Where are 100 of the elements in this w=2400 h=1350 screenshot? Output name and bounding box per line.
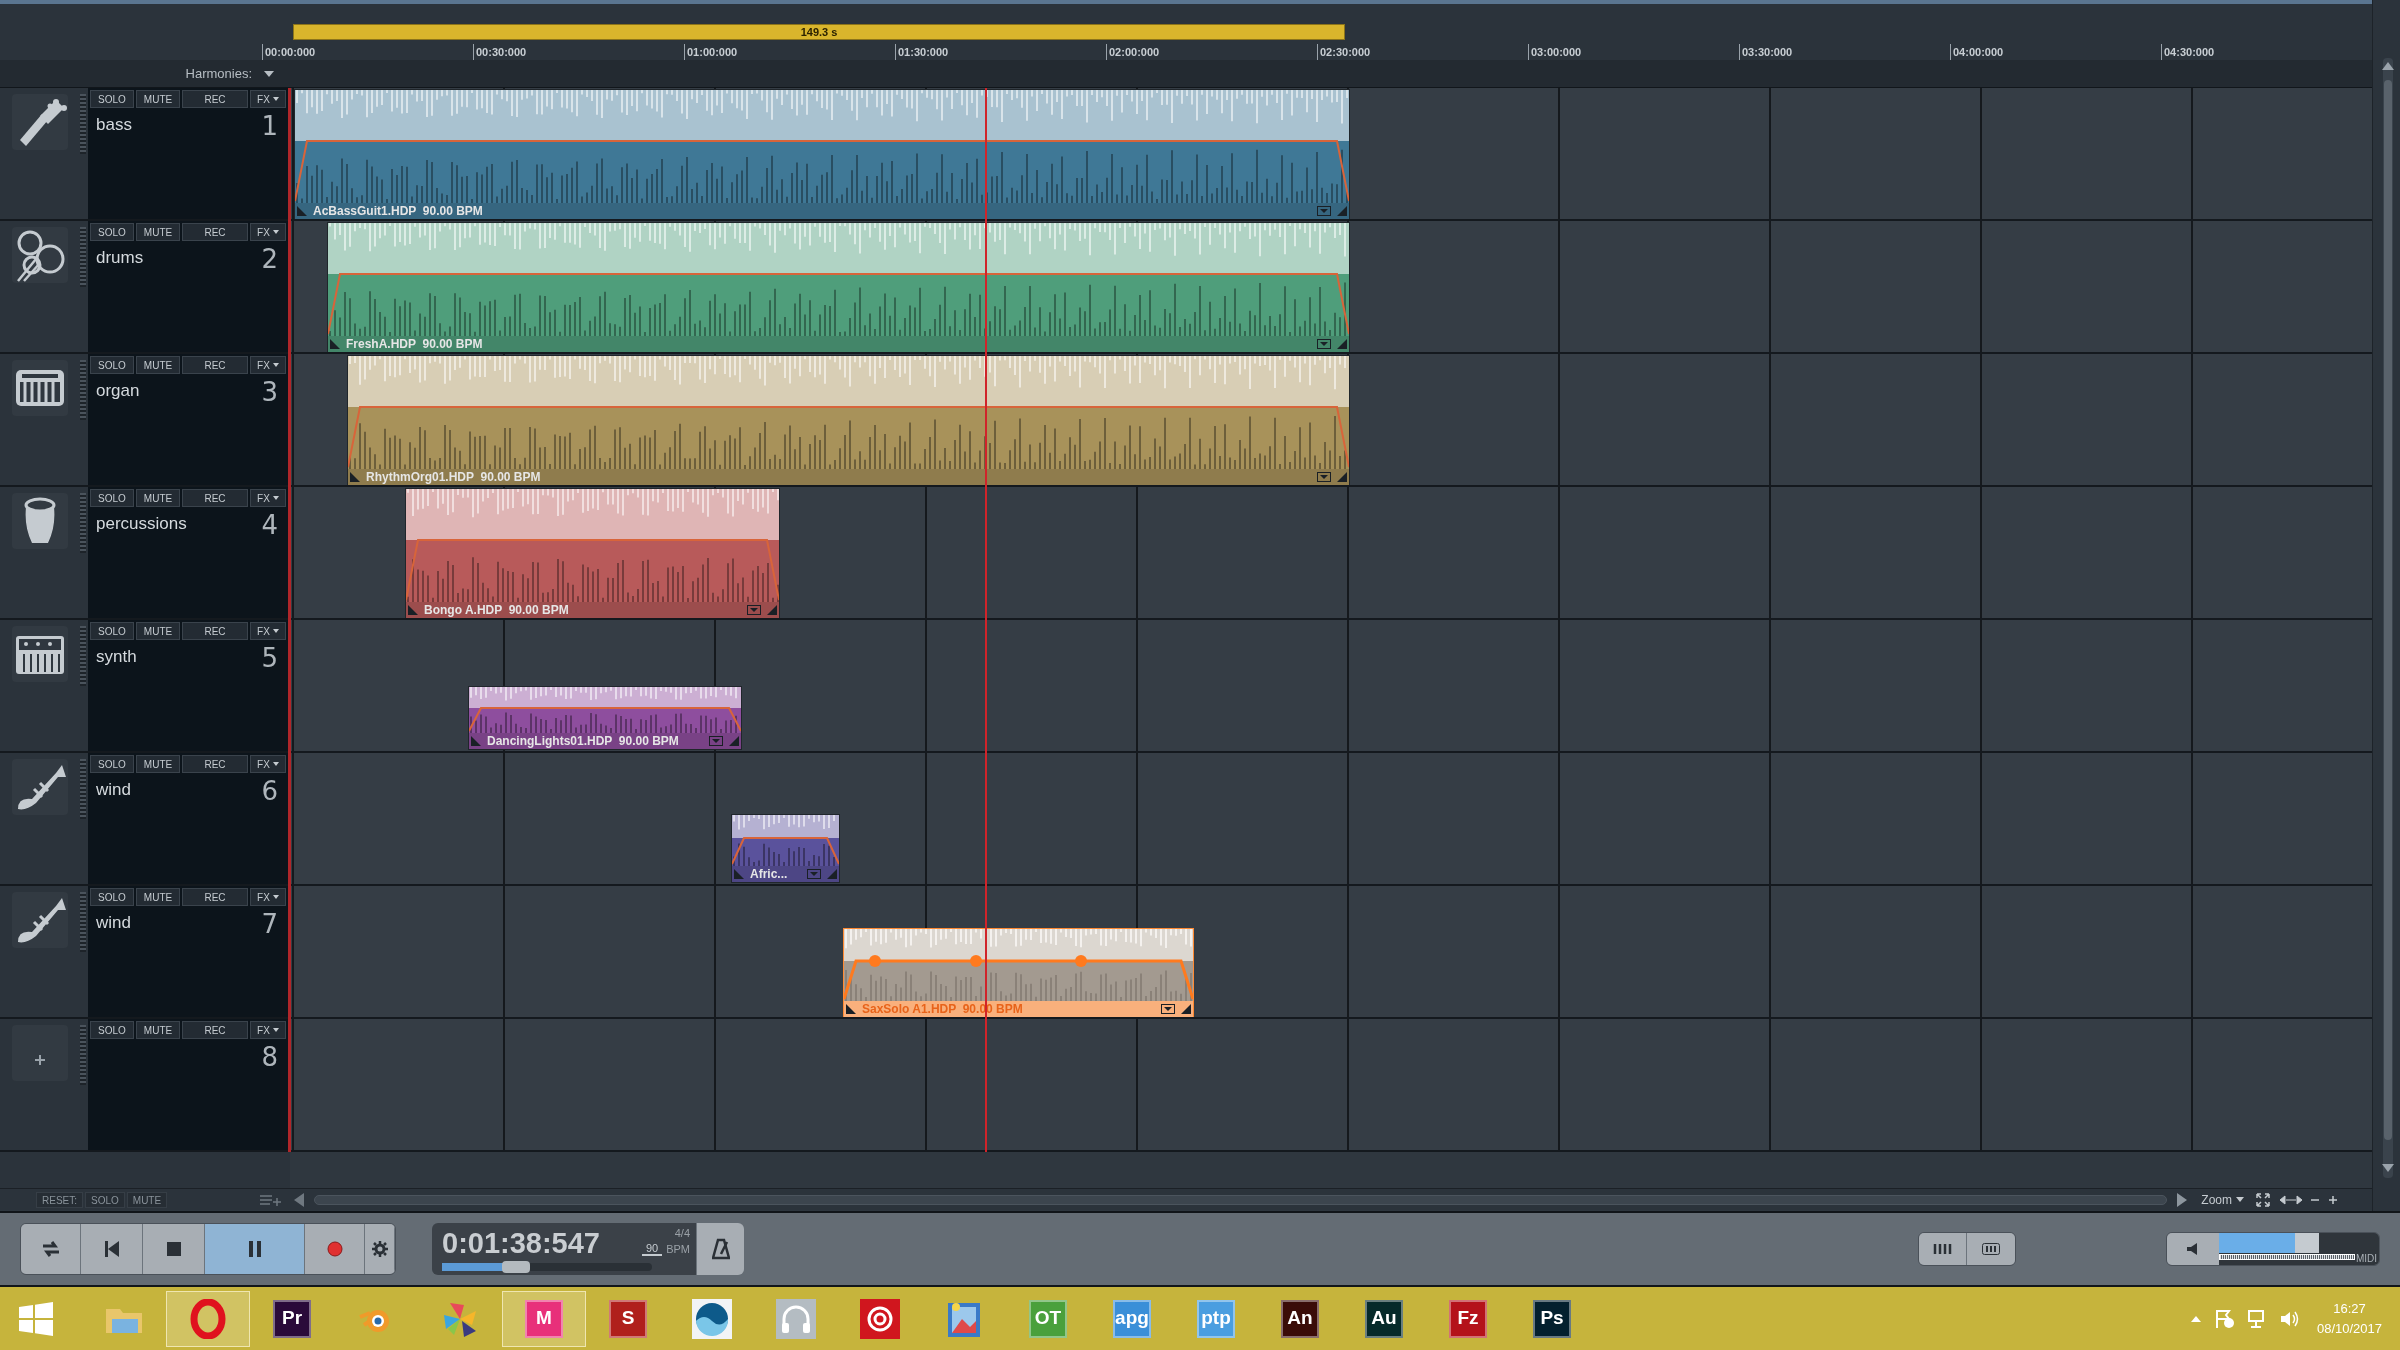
resize-handle-icon[interactable] (330, 339, 340, 349)
resize-handle-icon[interactable] (471, 736, 481, 746)
audio-clip[interactable]: Afric... (731, 814, 840, 883)
taskbar-app[interactable]: S (586, 1290, 670, 1347)
track-mute-button[interactable]: MUTE (136, 1021, 180, 1039)
fit-to-window-icon[interactable] (2256, 1192, 2270, 1207)
track-solo-button[interactable]: SOLO (90, 1021, 134, 1039)
mixer-view-button[interactable] (1967, 1233, 2015, 1265)
tempo-field[interactable]: 90 (641, 1242, 663, 1256)
track-effects-button[interactable]: FX (250, 622, 286, 640)
resize-handle-icon[interactable] (1337, 206, 1347, 216)
track-name[interactable]: percussions (96, 511, 187, 537)
track-record-button[interactable]: REC (182, 622, 248, 640)
resize-handle-icon[interactable] (827, 869, 837, 879)
track-mute-button[interactable]: MUTE (136, 622, 180, 640)
track-record-button[interactable]: REC (182, 755, 248, 773)
track-mute-button[interactable]: MUTE (136, 755, 180, 773)
volume-slider[interactable]: MIDI (2219, 1233, 2379, 1265)
dropdown-icon[interactable] (1317, 472, 1331, 482)
scroll-left-icon[interactable] (294, 1192, 306, 1207)
track-mute-button[interactable]: MUTE (136, 489, 180, 507)
track-mute-button[interactable]: MUTE (136, 90, 180, 108)
resize-handle-icon[interactable] (297, 206, 307, 216)
loop-button[interactable] (21, 1224, 81, 1274)
track-solo-button[interactable]: SOLO (90, 223, 134, 241)
track-effects-button[interactable]: FX (250, 755, 286, 773)
track-solo-button[interactable]: SOLO (90, 489, 134, 507)
track-name[interactable]: bass (96, 112, 132, 138)
track-effects-button[interactable]: FX (250, 223, 286, 241)
footer-button[interactable]: MUTE (126, 1191, 168, 1208)
taskbar-app[interactable]: Pr (250, 1290, 334, 1347)
track-name[interactable]: synth (96, 644, 137, 670)
resize-handle-icon[interactable] (729, 736, 739, 746)
windows-icon (19, 1301, 53, 1336)
volume-button[interactable] (2167, 1233, 2219, 1265)
horizontal-zoom-icon[interactable] (2280, 1194, 2302, 1205)
taskbar-app[interactable] (166, 1290, 250, 1347)
show-hidden-icons-icon[interactable] (2190, 1315, 2201, 1322)
track-record-button[interactable]: REC (182, 90, 248, 108)
resize-handle-icon[interactable] (734, 869, 744, 879)
track-solo-button[interactable]: SOLO (90, 622, 134, 640)
caret-icon (272, 496, 279, 500)
track-name[interactable]: organ (96, 378, 140, 404)
resize-handle-icon[interactable] (1337, 472, 1347, 482)
metronome-button[interactable] (696, 1223, 744, 1275)
dropdown-icon[interactable] (1161, 1004, 1175, 1014)
track-record-button[interactable]: REC (182, 223, 248, 241)
taskbar-app[interactable]: M (502, 1290, 586, 1347)
resize-handle-icon[interactable] (846, 1004, 856, 1014)
arranger-view-button[interactable] (1919, 1233, 1967, 1265)
track-name[interactable]: drums (96, 245, 144, 271)
action-center-flag-icon[interactable] (2214, 1308, 2235, 1329)
taskbar-app[interactable]: Au (1342, 1290, 1426, 1347)
audio-clip[interactable]: AcBassGuit1.HDP 90.00 BPM (294, 89, 1350, 219)
resize-handle-icon[interactable] (1181, 1004, 1191, 1014)
taskbar-app[interactable]: An (1258, 1290, 1342, 1347)
track-solo-button[interactable]: SOLO (90, 90, 134, 108)
resize-handle-icon[interactable] (408, 605, 418, 615)
zoom-in-icon[interactable] (2328, 1194, 2338, 1205)
track-mute-button[interactable]: MUTE (136, 888, 180, 906)
position-slider[interactable] (442, 1263, 652, 1271)
zoom-dropdown[interactable]: Zoom (2195, 1190, 2250, 1209)
metronome-icon (711, 1238, 730, 1260)
track-record-button[interactable]: REC (182, 489, 248, 507)
pause-button[interactable] (205, 1224, 305, 1274)
track-effects-button[interactable]: FX (250, 356, 286, 374)
track-effects-button[interactable]: FX (250, 489, 286, 507)
horizontal-scrollbar[interactable] (314, 1194, 2168, 1205)
rewind-button[interactable] (81, 1224, 143, 1274)
track-record-button[interactable]: REC (182, 1021, 248, 1039)
add-track-icon[interactable] (260, 1193, 282, 1206)
resize-handle-icon[interactable] (767, 605, 777, 615)
track-solo-button[interactable]: SOLO (90, 755, 134, 773)
track-mute-button[interactable]: MUTE (136, 223, 180, 241)
track-record-button[interactable]: REC (182, 888, 248, 906)
network-icon[interactable] (2246, 1308, 2267, 1329)
taskbar-app[interactable]: Fz (1426, 1290, 1510, 1347)
track-record-button[interactable]: REC (182, 356, 248, 374)
audio-clip[interactable]: DancingLights01.HDP 90.00 BPM (468, 686, 742, 750)
taskbar-app[interactable]: Ps (1510, 1290, 1594, 1347)
footer-button[interactable]: SOLO (85, 1191, 125, 1208)
speaker-icon (2186, 1242, 2200, 1256)
track-mute-button[interactable]: MUTE (136, 356, 180, 374)
dropdown-icon[interactable] (1317, 339, 1331, 349)
track-solo-button[interactable]: SOLO (90, 888, 134, 906)
audio-clip[interactable]: Bongo A.HDP 90.00 BPM (405, 488, 780, 618)
track-solo-button[interactable]: SOLO (90, 356, 134, 374)
track-name[interactable]: wind (96, 777, 131, 803)
dropdown-caret-icon[interactable] (264, 70, 274, 77)
track-name[interactable]: wind (96, 910, 131, 936)
resize-handle-icon[interactable] (1337, 339, 1347, 349)
track-effects-button[interactable]: FX (250, 90, 286, 108)
settings-button[interactable] (365, 1224, 395, 1274)
loop-range-bar[interactable]: 149.3 s (293, 24, 1345, 40)
stop-button[interactable] (143, 1224, 205, 1274)
scroll-right-icon[interactable] (2175, 1192, 2188, 1207)
footer-button[interactable]: RESET: (36, 1191, 83, 1208)
resize-handle-icon[interactable] (350, 472, 360, 482)
track-effects-button[interactable]: FX (250, 888, 286, 906)
track-effects-button[interactable]: FX (250, 1021, 286, 1039)
